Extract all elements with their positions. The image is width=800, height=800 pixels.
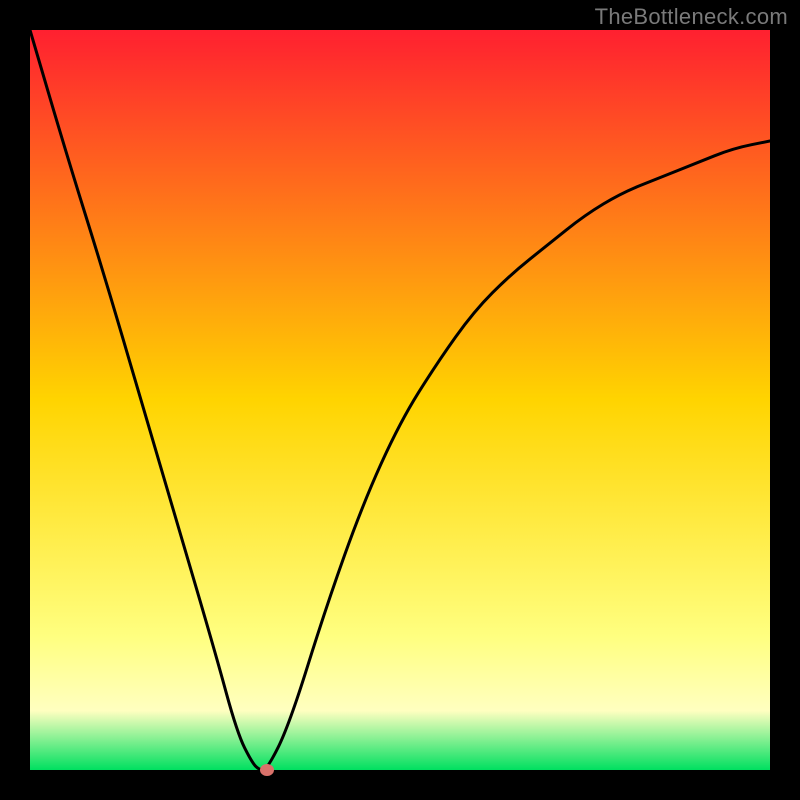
plot-gradient-background — [30, 30, 770, 770]
plot-frame — [30, 30, 770, 770]
optimal-point-marker — [260, 764, 274, 776]
watermark-text: TheBottleneck.com — [595, 4, 788, 30]
